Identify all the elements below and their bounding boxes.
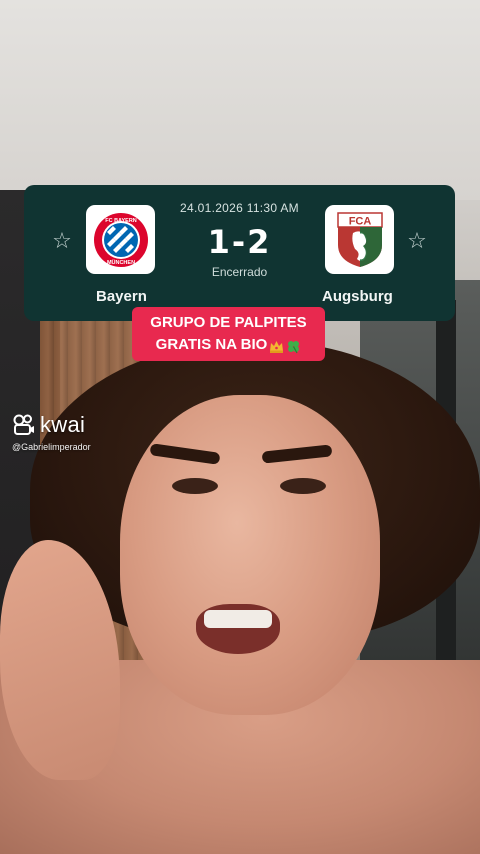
svg-text:MÜNCHEN: MÜNCHEN [106, 259, 134, 266]
kwai-brand: kwai [40, 412, 86, 437]
home-team-name: Bayern [96, 288, 147, 305]
promo-banner: GRUPO DE PALPITES GRATIS NA BIO [132, 307, 325, 361]
kwai-watermark: kwai @Gabrielimperador [12, 412, 91, 452]
eye-right [280, 478, 326, 494]
star-outline-icon[interactable]: ☆ [50, 229, 74, 253]
augsburg-crest-icon: FCA [325, 205, 394, 274]
kwai-logo-icon [13, 414, 34, 435]
four-leaf-clover-icon [288, 340, 300, 353]
match-status: Encerrado [211, 265, 268, 279]
svg-text:FCA: FCA [348, 215, 371, 227]
crown-icon [270, 340, 284, 353]
bayern-crest-icon: FC BAYERN MÜNCHEN [86, 205, 155, 274]
match-scoreboard[interactable]: 24.01.2026 11:30 AM ☆ FC BAYERN MÜNCHEN … [24, 185, 455, 321]
eye-left [172, 478, 218, 494]
ceiling [0, 0, 480, 200]
creator-handle: @Gabrielimperador [12, 442, 91, 452]
match-score: 1-2 [207, 223, 272, 261]
svg-text:FC BAYERN: FC BAYERN [105, 218, 137, 224]
promo-line-2: GRATIS NA BIO [155, 336, 268, 353]
star-outline-icon[interactable]: ☆ [405, 229, 429, 253]
promo-line-1: GRUPO DE PALPITES [150, 314, 307, 331]
away-team-name: Augsburg [322, 288, 393, 305]
person-face [120, 395, 380, 715]
teeth [204, 610, 272, 628]
